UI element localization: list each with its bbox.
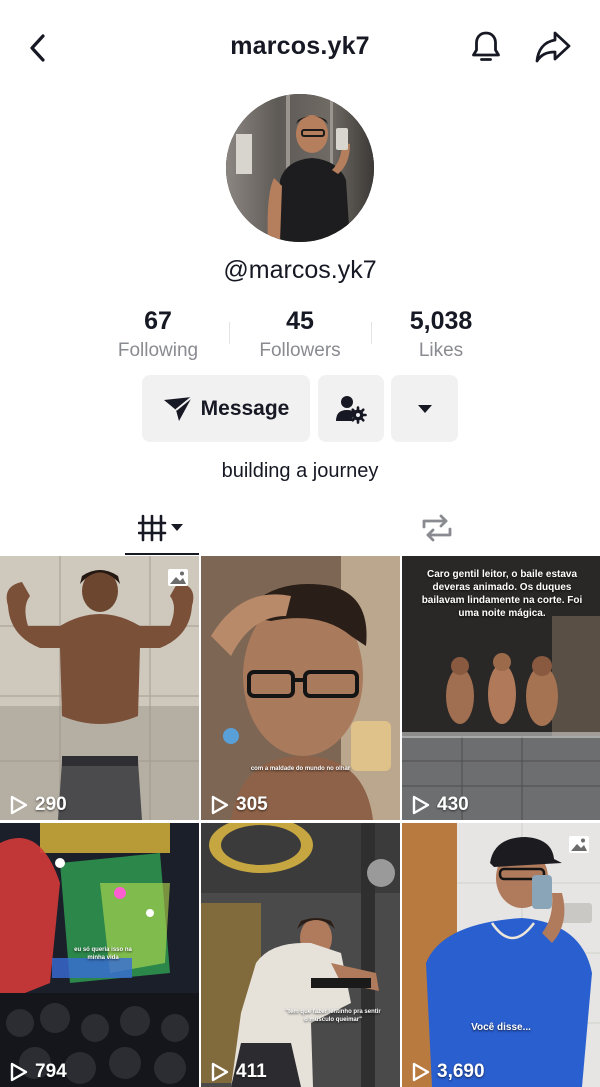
post-tile[interactable]: com a maldade do mundo no olhar 305 — [201, 556, 400, 820]
avatar-photo — [226, 94, 374, 242]
view-count: 794 — [10, 1061, 67, 1083]
stat-divider — [229, 322, 230, 344]
share-button[interactable] — [531, 26, 575, 68]
view-count: 3,690 — [412, 1061, 485, 1083]
back-button[interactable] — [18, 28, 58, 68]
grid-bars-icon — [138, 514, 183, 542]
post-thumbnail — [0, 556, 199, 820]
view-count: 290 — [10, 794, 67, 816]
send-icon — [163, 395, 193, 421]
profile-bio: building a journey — [221, 460, 379, 482]
likes-label: Likes — [418, 340, 464, 361]
page-title: marcos.yk7 — [230, 32, 370, 60]
post-thumbnail — [201, 823, 400, 1087]
repost-icon — [422, 514, 452, 542]
view-count: 305 — [211, 794, 268, 816]
play-icon — [10, 795, 28, 815]
post-caption: eu só queria isso na minha vida — [74, 947, 132, 961]
active-tab-indicator — [125, 553, 199, 555]
post-thumbnail — [402, 823, 600, 1087]
tab-reposts[interactable] — [400, 500, 474, 556]
post-thumbnail — [201, 556, 400, 820]
stat-likes[interactable]: 5,038 Likes — [361, 306, 521, 366]
photo-post-icon — [569, 836, 589, 853]
photo-post-icon — [168, 569, 188, 586]
followers-label: Followers — [259, 340, 341, 361]
play-icon — [211, 1062, 229, 1082]
post-tile[interactable]: "tem que fazer lentinho pra sentir o mús… — [201, 823, 400, 1087]
play-icon — [211, 795, 229, 815]
stat-following[interactable]: 67 Following — [78, 306, 238, 366]
profile-handle: @marcos.yk7 — [223, 256, 377, 284]
top-bar: marcos.yk7 — [0, 0, 600, 94]
stat-followers[interactable]: 45 Followers — [220, 306, 380, 366]
play-icon — [10, 1062, 28, 1082]
post-tile[interactable]: Caro gentil leitor, o baile estava dever… — [402, 556, 600, 820]
stat-divider — [371, 322, 372, 344]
play-icon — [412, 1062, 430, 1082]
post-caption: Caro gentil leitor, o baile estava dever… — [421, 569, 583, 619]
post-grid: 290 com a maldade do mundo no olhar 305 — [0, 556, 600, 1087]
following-count: 67 — [144, 307, 172, 335]
message-button-label: Message — [200, 396, 290, 420]
post-caption: Você disse... — [471, 1022, 531, 1033]
post-tile[interactable]: Você disse... 3,690 — [402, 823, 600, 1087]
notifications-button[interactable] — [466, 26, 506, 68]
back-arrow-icon — [30, 34, 45, 62]
suggested-accounts-button[interactable] — [318, 375, 384, 442]
bell-icon — [472, 31, 500, 61]
content-tabs — [0, 500, 600, 556]
play-icon — [412, 795, 430, 815]
more-options-button[interactable] — [391, 375, 458, 442]
caret-down-icon — [417, 404, 432, 413]
avatar[interactable] — [226, 94, 374, 242]
followers-count: 45 — [286, 307, 314, 335]
view-count: 430 — [412, 794, 469, 816]
post-tile[interactable]: eu só queria isso na minha vida 794 — [0, 823, 199, 1087]
share-arrow-icon — [535, 31, 571, 63]
following-label: Following — [117, 340, 199, 361]
likes-count: 5,038 — [409, 307, 473, 335]
post-caption: "tem que fazer lentinho pra sentir o mús… — [285, 1009, 381, 1023]
post-caption: com a maldade do mundo no olhar — [250, 766, 351, 772]
post-tile[interactable]: 290 — [0, 556, 199, 820]
tab-videos[interactable] — [125, 500, 199, 556]
message-button[interactable]: Message — [142, 375, 310, 442]
view-count: 411 — [211, 1061, 267, 1083]
person-settings-icon — [336, 395, 367, 424]
profile-stats: 67 Following 45 Followers 5,038 Likes — [0, 306, 600, 366]
